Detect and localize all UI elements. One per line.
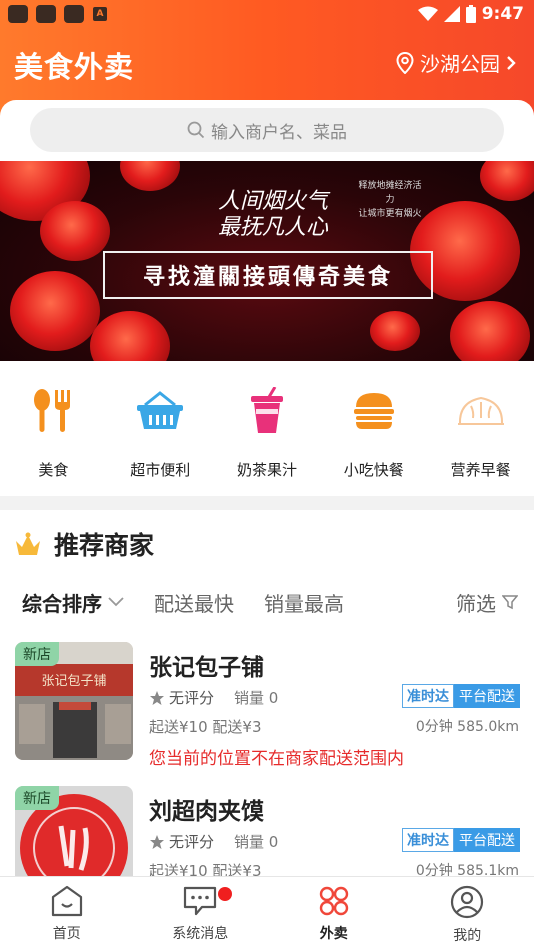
category-food[interactable]: 美食 — [0, 385, 107, 485]
category-milk-tea[interactable]: 奶茶果汁 — [214, 385, 321, 485]
banner-side-text: 释放地摊经济活力 让城市更有烟火 — [358, 181, 422, 219]
on-time-tag: 准时达 — [402, 684, 454, 708]
lantern-image — [450, 301, 530, 361]
battery-icon — [465, 5, 476, 23]
delivery-tags: 准时达 平台配送 — [402, 828, 520, 852]
shop-item[interactable]: 张记包子铺 新店 张记包子铺 无评分 销量 0 准时达 平台配送 起送¥10 配… — [15, 642, 520, 772]
bottom-navigation: 首页 系统消息 外卖 我的 — [0, 876, 534, 950]
shop-rating: 无评分 — [149, 687, 214, 708]
home-icon — [51, 885, 82, 917]
status-bar: A 9:47 — [0, 0, 534, 28]
shop-sales: 销量 0 — [234, 689, 279, 707]
basket-icon — [134, 385, 186, 437]
category-grid: 美食 超市便利 奶茶果汁 小吃快餐 营养早餐 — [0, 385, 534, 485]
lantern-image — [40, 201, 110, 261]
new-shop-badge: 新店 — [15, 786, 59, 810]
filter-icon — [502, 595, 518, 610]
shop-sales: 销量 0 — [234, 833, 279, 851]
sort-comprehensive[interactable]: 综合排序 — [22, 588, 124, 617]
notification-icon — [36, 5, 56, 23]
category-supermarket[interactable]: 超市便利 — [107, 385, 214, 485]
shop-photo: 张记包子铺 新店 — [15, 642, 133, 760]
dumpling-icon — [455, 385, 507, 437]
takeout-icon — [319, 886, 348, 916]
sort-bar: 综合排序 配送最快 销量最高 筛选 — [22, 588, 518, 616]
drink-cup-icon — [241, 385, 293, 437]
lantern-image — [370, 311, 420, 351]
lantern-image — [120, 161, 180, 191]
section-divider — [0, 496, 534, 510]
chevron-down-icon — [108, 597, 124, 607]
utensils-icon — [27, 385, 79, 437]
sort-fastest[interactable]: 配送最快 — [154, 588, 234, 617]
page-title: 美食外卖 — [14, 50, 135, 84]
banner-main-text: 寻找潼關接頭傳奇美食 — [103, 251, 433, 299]
chevron-right-icon — [507, 55, 516, 70]
nav-messages[interactable]: 系统消息 — [134, 877, 268, 950]
shop-distance: 0分钟 585.0km — [415, 719, 519, 735]
location-label: 沙湖公园 — [420, 52, 500, 76]
nav-home[interactable]: 首页 — [0, 877, 134, 950]
search-icon — [187, 121, 205, 139]
search-input[interactable]: 输入商户名、菜品 — [30, 108, 504, 152]
section-header: 推荐商家 — [14, 526, 154, 562]
nav-profile[interactable]: 我的 — [401, 877, 534, 950]
delivery-range-warning: 您当前的位置不在商家配送范围内 — [149, 749, 404, 769]
signal-icon — [443, 6, 460, 22]
shop-rating: 无评分 — [149, 831, 214, 852]
category-breakfast[interactable]: 营养早餐 — [427, 385, 534, 485]
platform-delivery-tag: 平台配送 — [454, 828, 520, 852]
lantern-image — [10, 271, 100, 351]
new-shop-badge: 新店 — [15, 642, 59, 666]
shop-name: 张记包子铺 — [149, 655, 264, 681]
lantern-image — [90, 311, 170, 361]
star-icon — [150, 834, 164, 849]
sort-best-selling[interactable]: 销量最高 — [264, 588, 344, 617]
star-icon — [150, 690, 164, 705]
crown-icon — [16, 532, 40, 555]
delivery-tags: 准时达 平台配送 — [402, 684, 520, 708]
section-title: 推荐商家 — [54, 531, 155, 560]
wifi-icon — [417, 6, 438, 21]
nav-takeout[interactable]: 外卖 — [267, 877, 401, 950]
location-pin-icon — [396, 51, 414, 74]
lantern-image — [480, 161, 534, 201]
profile-icon — [451, 885, 484, 919]
message-icon — [184, 886, 217, 916]
clock: 9:47 — [481, 4, 524, 24]
shop-fee: 起送¥10 配送¥3 — [149, 718, 262, 736]
app-notification-icon: A — [93, 7, 107, 21]
notification-icon — [64, 5, 84, 23]
on-time-tag: 准时达 — [402, 828, 454, 852]
shop-name: 刘超肉夹馍 — [149, 799, 264, 825]
banner-headline: 人间烟火气 最抚凡人心 — [218, 189, 329, 240]
category-snacks[interactable]: 小吃快餐 — [320, 385, 427, 485]
platform-delivery-tag: 平台配送 — [454, 684, 520, 708]
notification-icon — [8, 5, 28, 23]
svg-text:张记包子铺: 张记包子铺 — [41, 674, 106, 689]
search-placeholder: 输入商户名、菜品 — [211, 122, 347, 143]
filter-button[interactable]: 筛选 — [456, 588, 518, 617]
location-selector[interactable]: 沙湖公园 — [396, 48, 516, 77]
burger-icon — [348, 385, 400, 437]
promo-banner[interactable]: 人间烟火气 最抚凡人心 释放地摊经济活力 让城市更有烟火 寻找潼關接頭傳奇美食 — [0, 161, 534, 361]
unread-dot — [217, 887, 232, 901]
